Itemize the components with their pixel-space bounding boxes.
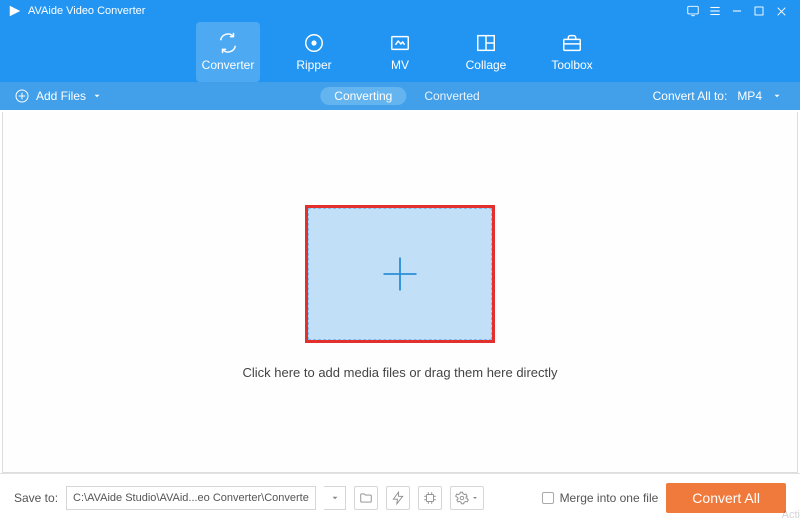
caret-down-icon — [471, 494, 479, 502]
convert-all-to-label: Convert All to: — [653, 89, 728, 103]
convert-all-to: Convert All to: MP4 — [653, 89, 786, 103]
add-files-label: Add Files — [36, 89, 86, 103]
nav-mv[interactable]: MV — [368, 22, 432, 82]
collage-icon — [475, 32, 497, 54]
chip-icon — [423, 491, 437, 505]
nav-label: Toolbox — [551, 58, 592, 72]
dropzone-highlight — [305, 205, 495, 343]
nav-label: Ripper — [296, 58, 331, 72]
nav-converter[interactable]: Converter — [196, 22, 260, 82]
plus-icon — [378, 252, 422, 296]
add-media-dropzone[interactable] — [308, 208, 492, 340]
plus-circle-icon — [14, 88, 30, 104]
sub-bar: Add Files Converting Converted Convert A… — [0, 82, 800, 110]
folder-icon — [359, 491, 373, 505]
add-files-button[interactable]: Add Files — [14, 88, 102, 104]
mv-icon — [389, 32, 411, 54]
ripper-icon — [303, 32, 325, 54]
save-to-dropdown[interactable] — [324, 486, 346, 510]
lightning-icon — [391, 491, 405, 505]
merge-into-one-checkbox[interactable]: Merge into one file — [542, 491, 659, 505]
checkbox-icon — [542, 492, 554, 504]
gpu-accel-button[interactable] — [418, 486, 442, 510]
watermark-text: Acti — [782, 509, 800, 521]
convert-all-button[interactable]: Convert All — [666, 483, 786, 513]
caret-down-icon — [92, 91, 102, 101]
bottom-bar: Save to: Merge into one file Convert All — [0, 473, 800, 521]
gear-icon — [455, 491, 469, 505]
nav-ripper[interactable]: Ripper — [282, 22, 346, 82]
main-area: Click here to add media files or drag th… — [2, 112, 798, 473]
caret-down-icon — [330, 493, 340, 503]
output-format-value: MP4 — [737, 89, 762, 103]
caret-down-icon — [772, 91, 782, 101]
feedback-icon[interactable] — [682, 0, 704, 22]
merge-label: Merge into one file — [560, 491, 659, 505]
nav-toolbox[interactable]: Toolbox — [540, 22, 604, 82]
toolbox-icon — [561, 32, 583, 54]
app-title: AVAide Video Converter — [28, 5, 682, 17]
main-nav: Converter Ripper MV Collage Toolbox — [0, 22, 800, 82]
dropzone-hint: Click here to add media files or drag th… — [242, 365, 557, 380]
nav-label: Converter — [202, 58, 255, 72]
nav-label: Collage — [466, 58, 507, 72]
speedup-button[interactable] — [386, 486, 410, 510]
minimize-button[interactable] — [726, 0, 748, 22]
app-logo-icon — [8, 4, 22, 18]
settings-button[interactable] — [450, 486, 484, 510]
title-bar: AVAide Video Converter — [0, 0, 800, 22]
save-to-label: Save to: — [14, 491, 58, 505]
maximize-button[interactable] — [748, 0, 770, 22]
converter-icon — [217, 32, 239, 54]
menu-icon[interactable] — [704, 0, 726, 22]
open-folder-button[interactable] — [354, 486, 378, 510]
save-to-path-input[interactable] — [66, 486, 316, 510]
tab-converted[interactable]: Converted — [424, 89, 479, 103]
nav-label: MV — [391, 58, 409, 72]
nav-collage[interactable]: Collage — [454, 22, 518, 82]
output-format-select[interactable]: MP4 — [737, 89, 786, 103]
close-button[interactable] — [770, 0, 792, 22]
tab-converting[interactable]: Converting — [320, 87, 406, 105]
status-tabs: Converting Converted — [320, 87, 479, 105]
